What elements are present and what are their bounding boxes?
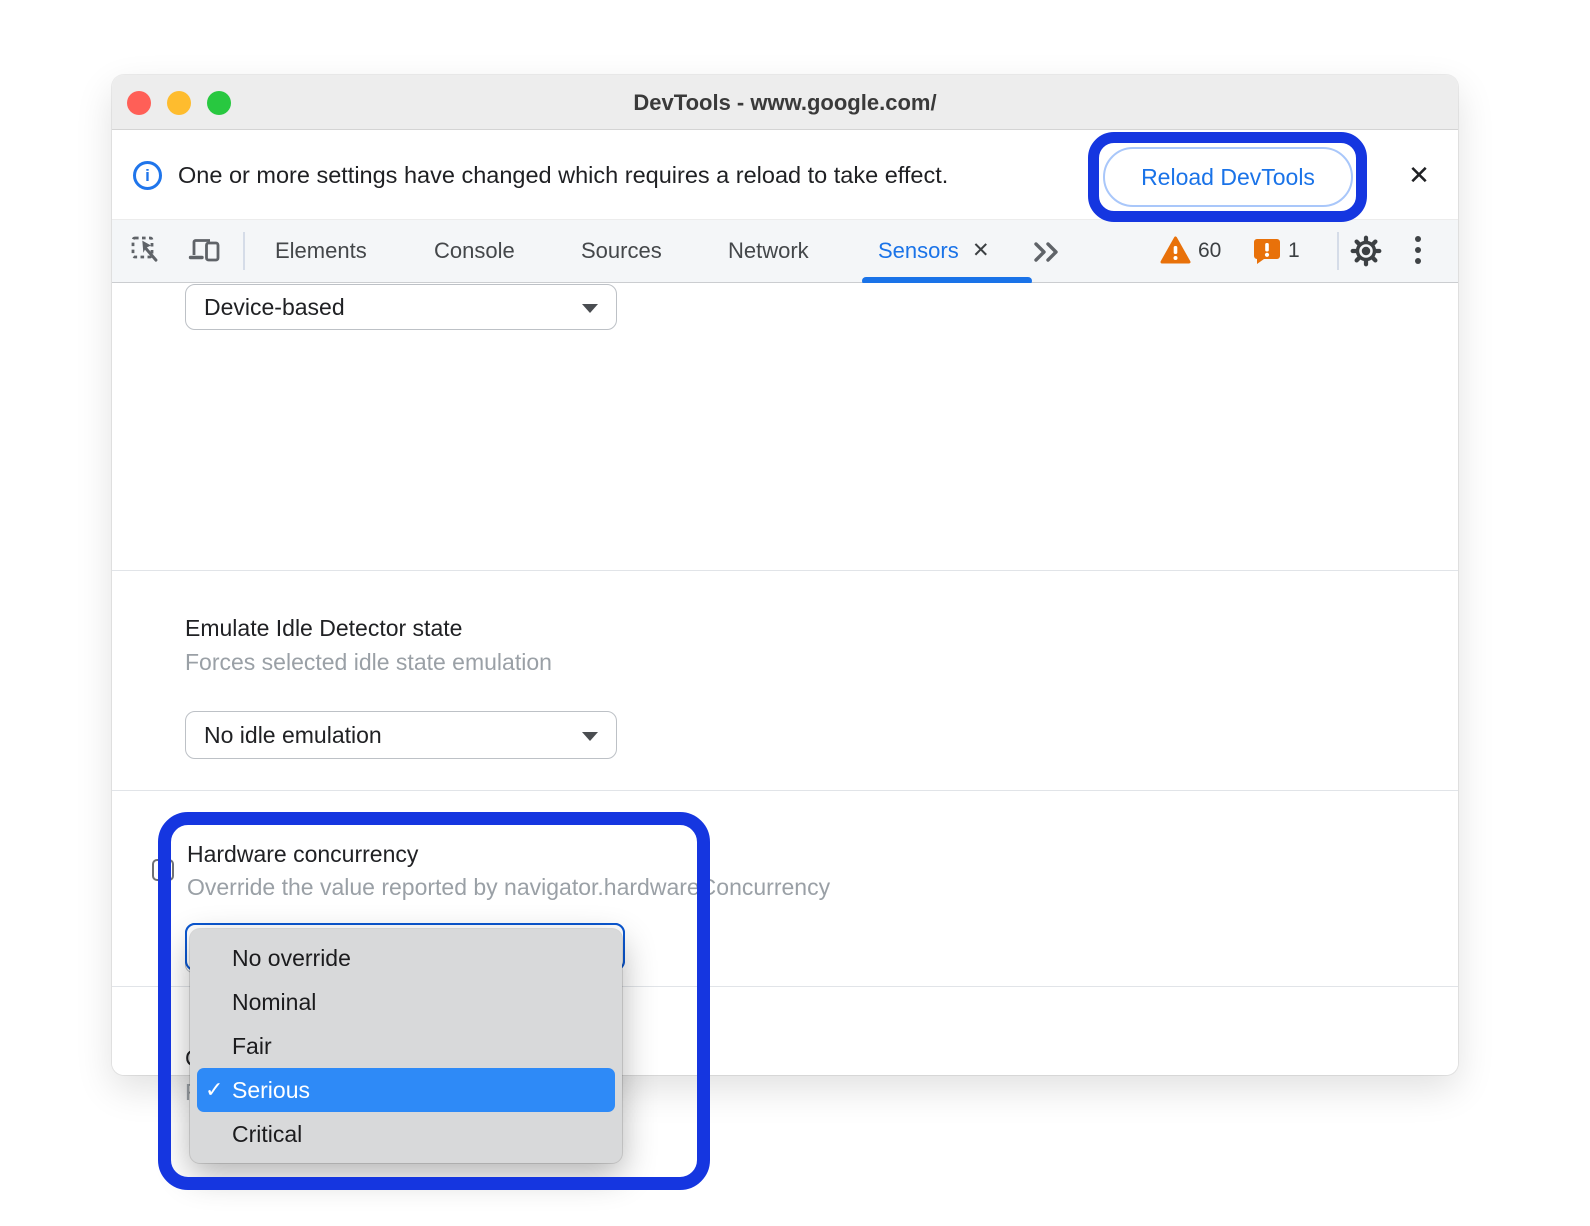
idle-emulation-select-value: No idle emulation [204, 722, 382, 748]
chevron-down-icon [582, 304, 598, 313]
tab-elements[interactable]: Elements [275, 220, 367, 282]
issue-count: 1 [1288, 220, 1300, 282]
warning-count: 60 [1198, 220, 1221, 282]
hardware-section-title: Hardware concurrency [187, 841, 418, 868]
warnings-icon[interactable] [1160, 236, 1191, 265]
orientation-select-value: Device-based [204, 294, 345, 320]
toolbar-separator [243, 232, 245, 270]
more-tabs-chevron-icon[interactable] [1032, 241, 1066, 263]
dismiss-notice-icon[interactable]: ✕ [1402, 158, 1436, 192]
close-sensors-tab-icon[interactable]: ✕ [972, 220, 990, 282]
cpu-pressure-option-label: Serious [232, 1068, 310, 1112]
cpu-pressure-option-serious[interactable]: ✓ Serious [197, 1068, 615, 1112]
cpu-pressure-option-nominal[interactable]: Nominal [190, 980, 622, 1024]
settings-gear-icon[interactable] [1349, 234, 1383, 268]
idle-emulation-select[interactable]: No idle emulation [185, 711, 617, 759]
tab-console[interactable]: Console [434, 220, 515, 282]
cpu-pressure-option-fair[interactable]: Fair [190, 1024, 622, 1068]
devtools-toolbar: Elements Console Sources Network Sensors… [112, 220, 1458, 283]
tab-network[interactable]: Network [728, 220, 809, 282]
check-icon: ✓ [205, 1068, 232, 1112]
reload-notice-message: One or more settings have changed which … [178, 130, 948, 220]
idle-section-description: Forces selected idle state emulation [185, 649, 552, 676]
hardware-concurrency-checkbox[interactable] [152, 859, 174, 881]
devtools-window: DevTools - www.google.com/ i One or more… [112, 75, 1458, 1075]
reload-devtools-button[interactable]: Reload DevTools [1103, 147, 1353, 207]
tab-sensors[interactable]: Sensors [878, 220, 959, 282]
orientation-select[interactable]: Device-based [185, 284, 617, 330]
device-toolbar-icon[interactable] [188, 235, 224, 266]
inspect-element-icon[interactable] [130, 235, 161, 266]
window-title: DevTools - www.google.com/ [112, 75, 1458, 130]
hardware-section-description: Override the value reported by navigator… [187, 874, 830, 901]
info-icon: i [133, 161, 162, 190]
section-divider [112, 570, 1458, 571]
section-divider [112, 790, 1458, 791]
cpu-pressure-option-no-override[interactable]: No override [190, 936, 622, 980]
cpu-pressure-menu: No override Nominal Fair ✓ Serious Criti… [190, 929, 622, 1163]
toolbar-separator [1337, 232, 1339, 270]
cpu-pressure-option-critical[interactable]: Critical [190, 1112, 622, 1156]
chevron-down-icon [582, 732, 598, 741]
tab-sources[interactable]: Sources [581, 220, 662, 282]
issues-icon[interactable] [1252, 237, 1282, 265]
more-options-kebab-icon[interactable] [1415, 236, 1421, 264]
idle-section-title: Emulate Idle Detector state [185, 615, 462, 642]
window-titlebar: DevTools - www.google.com/ [112, 75, 1458, 130]
screenshot-canvas: DevTools - www.google.com/ i One or more… [0, 0, 1590, 1226]
